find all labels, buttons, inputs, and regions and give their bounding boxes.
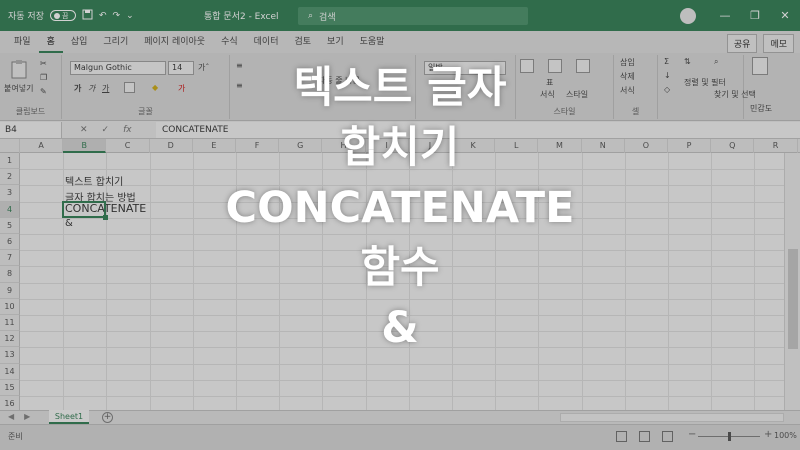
headline-line-3: CONCATENATE: [225, 183, 575, 233]
zoom-level[interactable]: 100%: [774, 431, 797, 440]
close-icon[interactable]: ✕: [770, 9, 800, 22]
grid-hline: [20, 379, 784, 381]
autosave-state: 끔: [61, 11, 69, 20]
sheet-tab-bar: ◀ ▶ Sheet1 +: [0, 410, 800, 424]
tab-insert[interactable]: 삽입: [63, 31, 96, 53]
status-ready: 준비: [8, 432, 23, 441]
customize-toolbar-icon[interactable]: ⌄: [126, 11, 134, 21]
autosave-toggle[interactable]: 끔: [49, 10, 76, 21]
add-sheet-icon[interactable]: +: [102, 412, 113, 423]
search-box[interactable]: ⌕ 검색: [298, 7, 528, 25]
row-header-14[interactable]: 14: [0, 363, 20, 380]
autosave-label: 자동 저장: [8, 12, 44, 22]
prev-sheet-icon[interactable]: ◀: [8, 412, 14, 421]
headline-line-4: 함수: [360, 243, 440, 293]
headline-line-2: 합치기: [340, 123, 460, 173]
ribbon-tabs: 파일 홈 삽입 그리기 페이지 레이아웃 수식 데이터 검토 보기 도움말 공유…: [0, 31, 800, 53]
sheet-tab-sheet1[interactable]: Sheet1: [49, 410, 89, 424]
share-label: 공유: [733, 40, 751, 50]
tab-help[interactable]: 도움말: [352, 31, 393, 53]
search-icon: ⌕: [308, 11, 314, 21]
tab-draw[interactable]: 그리기: [95, 31, 136, 53]
tab-view[interactable]: 보기: [319, 31, 352, 53]
share-button[interactable]: 공유: [726, 34, 758, 53]
tab-review[interactable]: 검토: [286, 31, 319, 53]
grid-hline: [20, 363, 784, 365]
undo-icon[interactable]: ↶: [99, 11, 107, 21]
tab-formulas[interactable]: 수식: [213, 31, 246, 53]
row-header-16[interactable]: 16: [0, 396, 20, 410]
redo-icon[interactable]: ↷: [113, 11, 121, 21]
headline-line-5: &: [381, 303, 419, 353]
grid-hline: [20, 396, 784, 397]
normal-view-icon[interactable]: [616, 431, 627, 442]
page-break-view-icon[interactable]: [662, 431, 673, 442]
avatar[interactable]: [680, 7, 696, 24]
page-layout-view-icon[interactable]: [639, 431, 650, 442]
row-header-15[interactable]: 15: [0, 379, 20, 396]
zoom-slider-thumb[interactable]: [728, 432, 731, 441]
search-placeholder: 검색: [319, 12, 336, 23]
minimize-icon[interactable]: —: [710, 9, 740, 22]
tab-file[interactable]: 파일: [6, 31, 39, 53]
comments-label: 메모: [770, 40, 787, 50]
zoom-in-icon[interactable]: +: [764, 429, 772, 440]
status-bar: 준비 − + 100%: [0, 424, 800, 450]
quick-access-toolbar: 자동 저장 끔 ↶ ↷ ⌄: [0, 9, 134, 23]
tab-page-layout[interactable]: 페이지 레이아웃: [136, 31, 213, 53]
headline-text: 텍스트 글자 합치기 CONCATENATE 함수 &: [0, 58, 800, 358]
title-bar: 자동 저장 끔 ↶ ↷ ⌄ 통합 문서2 - Excel ⌕ 검색 — ❐ ✕: [0, 0, 800, 31]
next-sheet-icon[interactable]: ▶: [24, 412, 30, 421]
tab-data[interactable]: 데이터: [246, 31, 287, 53]
document-title: 통합 문서2 - Excel: [204, 12, 279, 22]
zoom-out-icon[interactable]: −: [688, 429, 696, 440]
zoom-level-value: 100: [774, 431, 790, 440]
horizontal-scrollbar[interactable]: [560, 413, 784, 422]
maximize-icon[interactable]: ❐: [740, 9, 770, 22]
tab-home[interactable]: 홈: [38, 31, 63, 53]
headline-line-1: 텍스트 글자: [293, 63, 507, 113]
comments-button[interactable]: 메모: [763, 34, 794, 53]
save-icon[interactable]: [82, 9, 93, 23]
